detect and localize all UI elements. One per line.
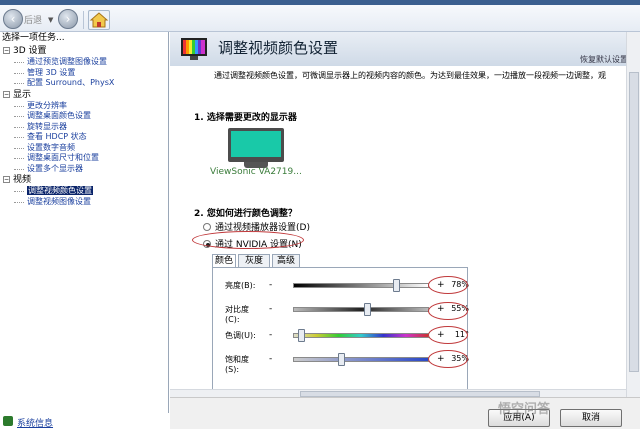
main-panel: 调整视频颜色设置 恢复默认设置 通过调整视频颜色设置，可微调显示器上的视频内容的… xyxy=(170,32,640,397)
back-label[interactable]: 后退 xyxy=(24,13,42,26)
radio-button[interactable] xyxy=(203,223,211,231)
tree-group-display[interactable]: − 显示 xyxy=(0,89,168,101)
restore-defaults-link[interactable]: 恢复默认设置 xyxy=(580,54,628,65)
page-description: 通过调整视频颜色设置，可微调显示器上的视频内容的颜色。为达到最佳效果，一边播放一… xyxy=(214,71,606,80)
slider-label: 色调(U): xyxy=(225,331,256,340)
slider-track[interactable] xyxy=(293,303,429,316)
back-arrow-icon[interactable]: ‹ xyxy=(3,9,23,29)
slider-saturation: 饱和度 (S): - + 35% xyxy=(225,353,469,374)
annotation-circle xyxy=(428,276,468,294)
minus-icon[interactable]: - xyxy=(269,330,272,340)
slider-track[interactable] xyxy=(293,329,429,342)
sidebar-item-rotate[interactable]: 旋转显示器 xyxy=(0,122,168,133)
chevron-down-icon[interactable]: ▼ xyxy=(48,16,53,24)
footer-bar: 应用(A) 取消 xyxy=(170,397,640,429)
page-banner: 调整视频颜色设置 恢复默认设置 xyxy=(170,32,640,66)
slider-hue: 色调(U): - + 11° xyxy=(225,329,469,342)
sidebar-item-digital-audio[interactable]: 设置数字音频 xyxy=(0,143,168,154)
sidebar-item-desktop-color[interactable]: 调整桌面颜色设置 xyxy=(0,111,168,122)
slider-label-2: (C): xyxy=(225,315,240,324)
slider-contrast: 对比度 (C): - + 55% xyxy=(225,303,469,324)
tab-advanced[interactable]: 高级 xyxy=(272,254,300,268)
sidebar-item-hdcp[interactable]: 查看 HDCP 状态 xyxy=(0,132,168,143)
slider-label: 对比度 xyxy=(225,305,249,314)
sidebar-item-video-image[interactable]: 调整视频图像设置 xyxy=(0,197,168,208)
toolbar: ‹ 后退 ▼ › xyxy=(0,5,640,32)
vertical-scrollbar[interactable] xyxy=(626,32,640,397)
annotation-circle xyxy=(428,326,468,344)
slider-label: 饱和度 xyxy=(225,355,249,364)
sidebar-item-multi-display[interactable]: 设置多个显示器 xyxy=(0,164,168,175)
slider-thumb[interactable] xyxy=(298,329,305,342)
sidebar-item-manage-3d[interactable]: 管理 3D 设置 xyxy=(0,68,168,79)
section-select-display: 1. 选择需要更改的显示器 xyxy=(194,113,297,123)
color-panel: 亮度(B): - + 78% 对比度 (C): - + 55% 色调(U): -… xyxy=(212,267,469,397)
slider-label-2: (S): xyxy=(225,365,240,374)
annotation-circle xyxy=(192,231,304,249)
monitor-label[interactable]: ViewSonic VA2719... xyxy=(210,167,302,177)
minus-icon[interactable]: - xyxy=(269,304,272,314)
cancel-button[interactable]: 取消 xyxy=(560,409,622,427)
system-info-label[interactable]: 系统信息 xyxy=(17,416,53,429)
section-color-adjust: 2. 您如何进行颜色调整？ xyxy=(194,209,297,219)
sidebar-item-resolution[interactable]: 更改分辨率 xyxy=(0,101,168,112)
slider-thumb[interactable] xyxy=(338,353,345,366)
slider-track[interactable] xyxy=(293,279,429,292)
sidebar-header: 选择一项任务... xyxy=(2,33,65,43)
control-panel-home-icon[interactable] xyxy=(88,10,110,30)
sidebar-item-surround-physx[interactable]: 配置 Surround、PhysX xyxy=(0,78,168,89)
system-info-link[interactable]: 系统信息 xyxy=(0,413,169,429)
monitor-icon[interactable] xyxy=(228,128,284,168)
slider-thumb[interactable] xyxy=(364,303,371,316)
slider-brightness: 亮度(B): - + 78% xyxy=(225,279,469,292)
sidebar-item-desktop-size[interactable]: 调整桌面尺寸和位置 xyxy=(0,153,168,164)
minus-icon[interactable]: - xyxy=(269,280,272,290)
sidebar-item-video-color[interactable]: 调整视频颜色设置 xyxy=(0,186,168,197)
task-sidebar: 选择一项任务... −3D 设置 通过预览调整图像设置 管理 3D 设置 配置 … xyxy=(0,32,169,413)
page-title: 调整视频颜色设置 xyxy=(218,39,339,57)
slider-label: 亮度(B): xyxy=(225,281,256,290)
collapse-icon[interactable]: − xyxy=(3,47,10,54)
collapse-icon[interactable]: − xyxy=(3,176,10,183)
slider-thumb[interactable] xyxy=(393,279,400,292)
annotation-circle xyxy=(428,302,468,320)
minus-icon[interactable]: - xyxy=(269,354,272,364)
annotation-circle xyxy=(428,350,468,368)
tree-group-video[interactable]: − 视频 xyxy=(0,174,168,186)
nvidia-info-icon xyxy=(3,416,13,426)
collapse-icon[interactable]: − xyxy=(3,90,10,98)
toolbar-divider xyxy=(83,11,84,29)
horizontal-scrollbar[interactable] xyxy=(170,389,626,397)
tab-grayscale[interactable]: 灰度 xyxy=(238,254,270,268)
watermark-text: 悟空问答 xyxy=(498,402,551,417)
tree-group-3d[interactable]: −3D 设置 xyxy=(0,45,168,57)
forward-arrow-icon[interactable]: › xyxy=(58,9,78,29)
sidebar-item-preview-image[interactable]: 通过预览调整图像设置 xyxy=(0,57,168,68)
color-bars-icon xyxy=(180,36,208,62)
slider-track[interactable] xyxy=(293,353,429,366)
